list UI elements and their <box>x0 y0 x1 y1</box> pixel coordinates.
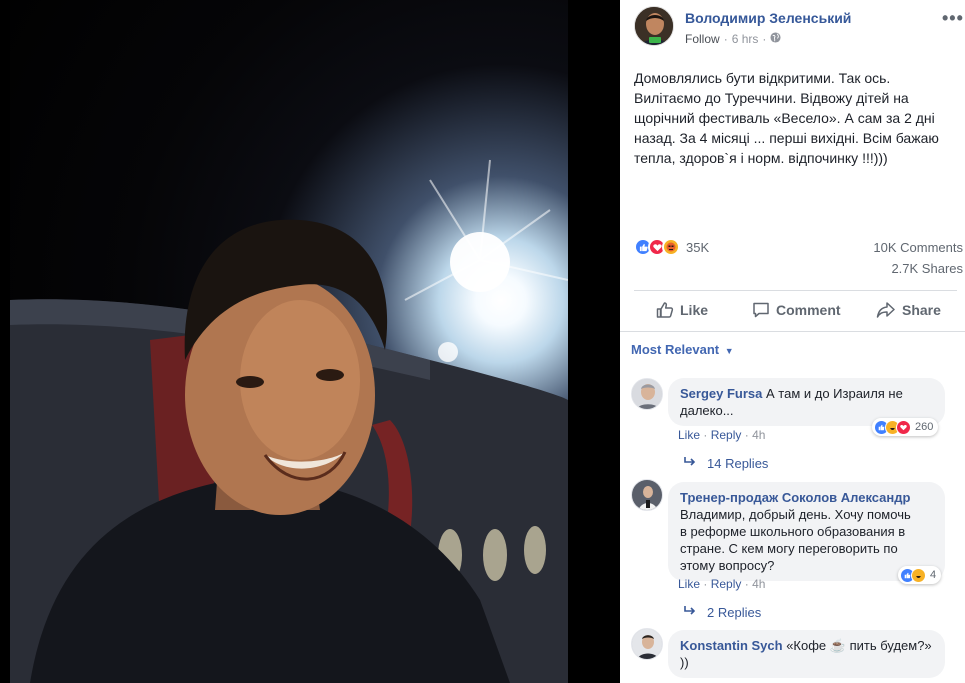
thumbs-up-icon <box>656 301 674 319</box>
comment-label: Comment <box>776 302 841 318</box>
dot-separator: · <box>703 577 711 591</box>
commenter-name[interactable]: Sergey Fursa <box>680 386 762 401</box>
comment-time[interactable]: 4h <box>752 428 765 442</box>
comment-reactions-count: 260 <box>915 421 934 433</box>
view-replies-link[interactable]: 14 Replies <box>683 456 768 471</box>
like-label: Like <box>680 302 709 318</box>
view-replies-link[interactable]: 2 Replies <box>683 605 761 620</box>
post-photo[interactable] <box>10 0 568 683</box>
reactions-count: 35K <box>686 239 710 255</box>
globe-icon <box>770 32 781 46</box>
dot-separator: · <box>703 428 711 442</box>
comment-like-link[interactable]: Like <box>678 577 700 591</box>
comment-time[interactable]: 4h <box>752 577 765 591</box>
author-name[interactable]: Володимир Зеленський <box>685 10 851 26</box>
author-avatar[interactable] <box>634 6 674 46</box>
comment-reactions[interactable]: 260 <box>872 418 939 436</box>
post-meta: Follow · 6 hrs · <box>685 32 781 46</box>
sort-label: Most Relevant <box>631 342 720 357</box>
comment-reply-link[interactable]: Reply <box>711 577 742 591</box>
replies-count: 14 Replies <box>707 456 769 471</box>
replies-count: 2 Replies <box>707 605 762 620</box>
divider <box>634 290 957 291</box>
follow-link[interactable]: Follow <box>685 32 720 46</box>
share-button[interactable]: Share <box>876 298 941 322</box>
divider <box>620 331 965 332</box>
reactions-summary[interactable]: 35K <box>634 238 709 256</box>
dot-separator: · <box>744 577 753 591</box>
comment-button[interactable]: Comment <box>752 298 841 322</box>
comment-icon <box>752 301 770 319</box>
like-button[interactable]: Like <box>656 298 708 322</box>
angry-reaction-icon <box>662 238 680 256</box>
comment-actions: Like · Reply · 4h <box>678 428 765 442</box>
post-time[interactable]: 6 hrs <box>732 32 759 46</box>
commenter-name[interactable]: Konstantin Sych <box>680 638 783 653</box>
reply-arrow-icon <box>683 456 697 471</box>
comment-like-link[interactable]: Like <box>678 428 700 442</box>
sort-dropdown[interactable]: Most Relevant ▼ <box>631 342 734 357</box>
comment-reactions-count: 4 <box>930 569 937 581</box>
photo-illustration <box>10 159 568 683</box>
comments-count[interactable]: 10K Comments <box>873 240 963 255</box>
love-reaction-icon <box>896 419 911 435</box>
shares-count[interactable]: 2.7K Shares <box>891 261 963 276</box>
comment-reply-link[interactable]: Reply <box>711 428 742 442</box>
comment-text: Владимир, добрый день. Хочу помочь в реф… <box>680 507 911 573</box>
comment-actions: Like · Reply · 4h <box>678 577 765 591</box>
commenter-avatar[interactable] <box>631 479 663 511</box>
dot-separator: · <box>744 428 753 442</box>
share-label: Share <box>902 302 941 318</box>
post-panel: Володимир Зеленський Follow · 6 hrs · ••… <box>620 0 965 683</box>
more-options-icon[interactable]: ••• <box>942 8 964 29</box>
comment-bubble: Konstantin Sych «Кофе ☕ пить будем?» )) <box>668 630 945 678</box>
commenter-avatar[interactable] <box>631 628 663 660</box>
reply-arrow-icon <box>683 605 697 620</box>
post-text: Домовлялись бути відкритими. Так ось. Ви… <box>634 70 939 166</box>
comment-reactions[interactable]: 4 <box>898 566 942 584</box>
commenter-name[interactable]: Тренер-продаж Соколов Александр <box>680 489 933 506</box>
caret-down-icon: ▼ <box>724 346 734 356</box>
haha-reaction-icon <box>911 567 926 583</box>
share-arrow-icon <box>876 301 896 319</box>
meta-separator-2: · <box>762 32 767 46</box>
meta-separator: · <box>723 32 728 46</box>
commenter-avatar[interactable] <box>631 378 663 410</box>
